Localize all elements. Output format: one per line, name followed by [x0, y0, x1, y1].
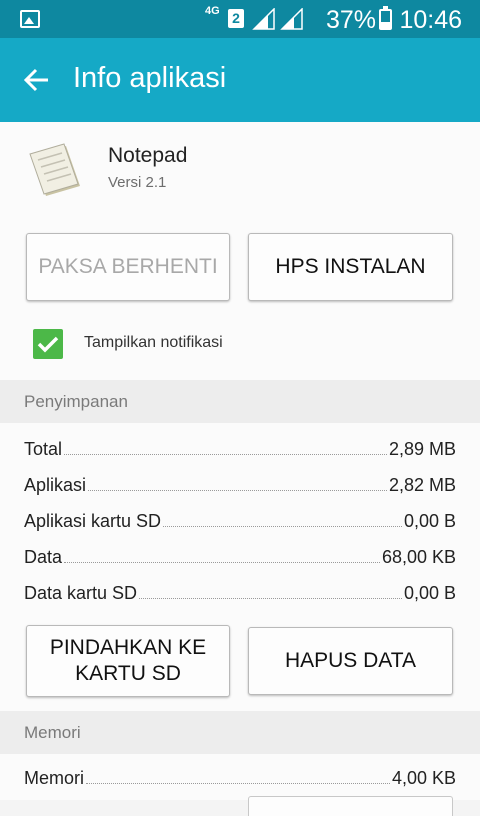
app-name: Notepad	[108, 144, 188, 167]
signal-icon-2	[280, 8, 303, 30]
app-info-content: Notepad Versi 2.1 PAKSA BERHENTI HPS INS…	[0, 122, 480, 816]
storage-row-total: Total 2,89 MB	[24, 434, 456, 460]
storage-row-data: Data 68,00 KB	[24, 542, 456, 568]
row-value: 0,00 B	[403, 583, 456, 603]
dotted-leader	[139, 598, 402, 599]
row-label: Data kartu SD	[24, 583, 138, 603]
row-value: 0,00 B	[403, 511, 456, 531]
battery-percentage: 37%	[326, 6, 377, 34]
row-label: Aplikasi kartu SD	[24, 511, 162, 531]
row-value: 2,89 MB	[388, 439, 456, 459]
dotted-leader	[64, 454, 387, 455]
gallery-notification-icon	[20, 10, 40, 28]
app-bar: Info aplikasi	[0, 38, 480, 122]
battery-icon	[379, 6, 392, 30]
show-notifications-checkbox[interactable]	[33, 329, 63, 359]
row-label: Data	[24, 547, 63, 567]
dotted-leader	[64, 562, 380, 563]
row-label: Memori	[24, 768, 85, 788]
uninstall-button[interactable]: HPS INSTALAN	[248, 233, 453, 301]
sim-badge: 2	[228, 9, 244, 28]
row-value: 2,82 MB	[388, 475, 456, 495]
storage-section-header: Penyimpanan	[0, 380, 480, 423]
page-title: Info aplikasi	[73, 62, 227, 94]
arrow-left-icon[interactable]	[22, 65, 52, 95]
row-value: 4,00 KB	[391, 768, 456, 788]
signal-icon	[252, 8, 275, 30]
app-version: Versi 2.1	[108, 174, 167, 191]
memory-row: Memori 4,00 KB	[24, 763, 456, 789]
show-notifications-label: Tampilkan notifikasi	[84, 334, 223, 351]
move-to-sd-label: PINDAHKAN KE KARTU SD	[49, 636, 207, 685]
dotted-leader	[88, 490, 387, 491]
move-to-sd-button[interactable]: PINDAHKAN KE KARTU SD	[26, 625, 230, 697]
row-label: Aplikasi	[24, 475, 87, 495]
force-stop-button[interactable]: PAKSA BERHENTI	[26, 233, 230, 301]
dotted-leader	[163, 526, 402, 527]
storage-row-sd-data: Data kartu SD 0,00 B	[24, 578, 456, 604]
row-label: Total	[24, 439, 63, 459]
checkmark-icon	[37, 336, 59, 353]
storage-row-sd-app: Aplikasi kartu SD 0,00 B	[24, 506, 456, 532]
row-value: 68,00 KB	[381, 547, 456, 567]
clear-cache-button[interactable]	[248, 796, 453, 816]
notepad-icon	[29, 143, 80, 196]
status-bar: 4G 2 37% 10:46	[0, 0, 480, 38]
memory-section-header: Memori	[0, 711, 480, 754]
dotted-leader	[86, 783, 390, 784]
clock: 10:46	[399, 6, 462, 34]
network-type: 4G	[205, 5, 220, 17]
storage-row-app: Aplikasi 2,82 MB	[24, 470, 456, 496]
clear-data-button[interactable]: HAPUS DATA	[248, 627, 453, 695]
